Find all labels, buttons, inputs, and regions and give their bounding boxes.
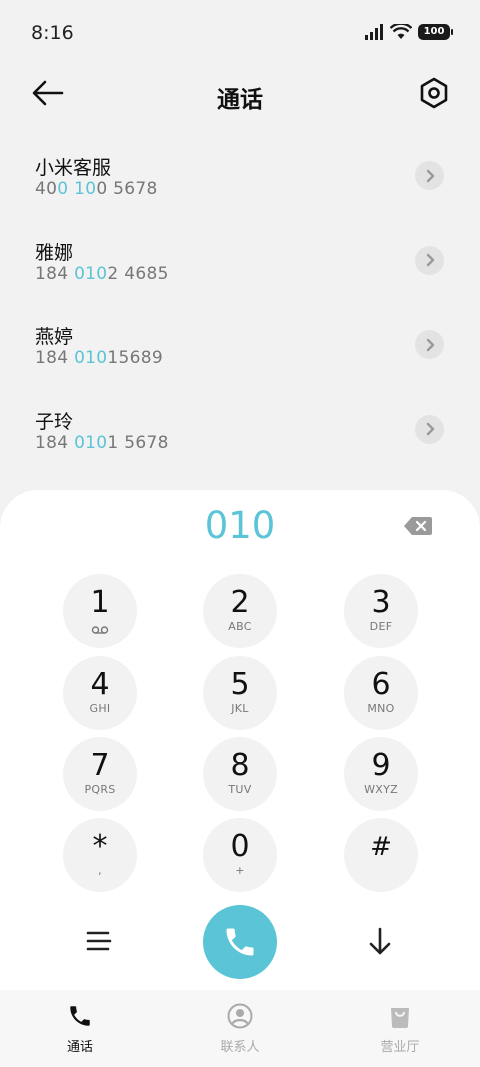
collapse-keypad-button[interactable]	[367, 925, 393, 959]
chevron-right-icon	[426, 169, 434, 182]
chevron-right-icon	[426, 422, 434, 436]
key-7[interactable]: 7 PQRS	[63, 737, 137, 811]
contact-name: 燕婷	[35, 326, 74, 348]
bottom-nav: 通话 联系人 营业厅	[0, 990, 480, 1067]
battery-icon: 100	[418, 24, 453, 40]
contact-name: 小米客服	[35, 157, 112, 179]
chevron-right-icon	[426, 338, 434, 351]
key-0[interactable]: 0 +	[203, 818, 277, 892]
key-2[interactable]: 2 ABC	[203, 574, 277, 648]
backspace-icon	[404, 517, 432, 535]
key-hash[interactable]: #	[344, 818, 418, 892]
key-5[interactable]: 5 JKL	[203, 656, 277, 730]
key-1[interactable]: 1	[63, 574, 137, 648]
contact-number: 184 0102 4685	[35, 263, 169, 284]
contact-name: 子玲	[35, 410, 74, 433]
key-4[interactable]: 4 GHI	[63, 656, 137, 730]
key-star[interactable]: * ,	[63, 818, 137, 892]
key-6[interactable]: 6 MNO	[344, 656, 418, 730]
nav-item-store[interactable]: 营业厅	[320, 990, 480, 1067]
arrow-down-icon	[369, 927, 391, 955]
nav-label: 联系人	[220, 1040, 260, 1055]
nav-item-calls[interactable]: 通话	[0, 990, 160, 1067]
person-circle-icon	[226, 1002, 254, 1030]
phone-icon	[66, 1002, 94, 1030]
chevron-right-icon	[426, 253, 434, 267]
arrow-left-icon	[32, 80, 64, 106]
status-time: 8:16	[31, 22, 74, 44]
status-bar: 8:16 100	[0, 0, 480, 66]
backspace-button[interactable]	[403, 516, 433, 536]
dialer-action-row	[0, 905, 480, 981]
settings-button[interactable]	[418, 76, 450, 110]
back-button[interactable]	[30, 78, 66, 108]
contact-item[interactable]: 燕婷 184 01015689	[0, 302, 480, 387]
header: 通话	[0, 66, 480, 122]
key-8[interactable]: 8 TUV	[203, 737, 277, 811]
nav-label: 营业厅	[380, 1040, 420, 1055]
page-title: 通话	[217, 87, 263, 113]
nav-item-contacts[interactable]: 联系人	[160, 990, 320, 1067]
status-icons: 100	[364, 24, 453, 40]
contact-item[interactable]: 雅娜 184 0102 4685	[0, 218, 480, 303]
key-9[interactable]: 9 WXYZ	[344, 737, 418, 811]
contact-number: 400 100 5678	[35, 179, 158, 199]
nav-label: 通话	[66, 1040, 93, 1055]
contact-item[interactable]: 小米客服 400 100 5678	[0, 133, 480, 218]
key-3[interactable]: 3 DEF	[344, 574, 418, 648]
contact-detail-button[interactable]	[415, 330, 444, 359]
contact-detail-button[interactable]	[415, 245, 444, 275]
voicemail-icon	[63, 620, 137, 634]
contact-detail-button[interactable]	[415, 161, 444, 190]
contact-name: 雅娜	[35, 241, 74, 264]
contact-number: 184 01015689	[35, 348, 164, 368]
dialer-sheet: 010 1 2 ABC 3 DEF 4 GHI 5 JKL 6 MNO 7 PQ…	[0, 490, 480, 990]
phone-icon	[226, 928, 254, 956]
contact-list: 小米客服 400 100 5678 雅娜 184 0102 4685 燕婷 18…	[0, 133, 480, 471]
contact-number: 184 0101 5678	[35, 432, 169, 453]
menu-button[interactable]	[86, 929, 112, 953]
shopping-bag-icon	[386, 1002, 414, 1030]
contact-detail-button[interactable]	[415, 414, 444, 444]
hexagon-settings-icon	[420, 77, 448, 109]
signal-icon	[365, 24, 383, 40]
wifi-icon	[390, 24, 412, 39]
call-button[interactable]	[203, 905, 277, 979]
contact-item[interactable]: 子玲 184 0101 5678	[0, 387, 480, 472]
menu-icon	[86, 931, 112, 951]
